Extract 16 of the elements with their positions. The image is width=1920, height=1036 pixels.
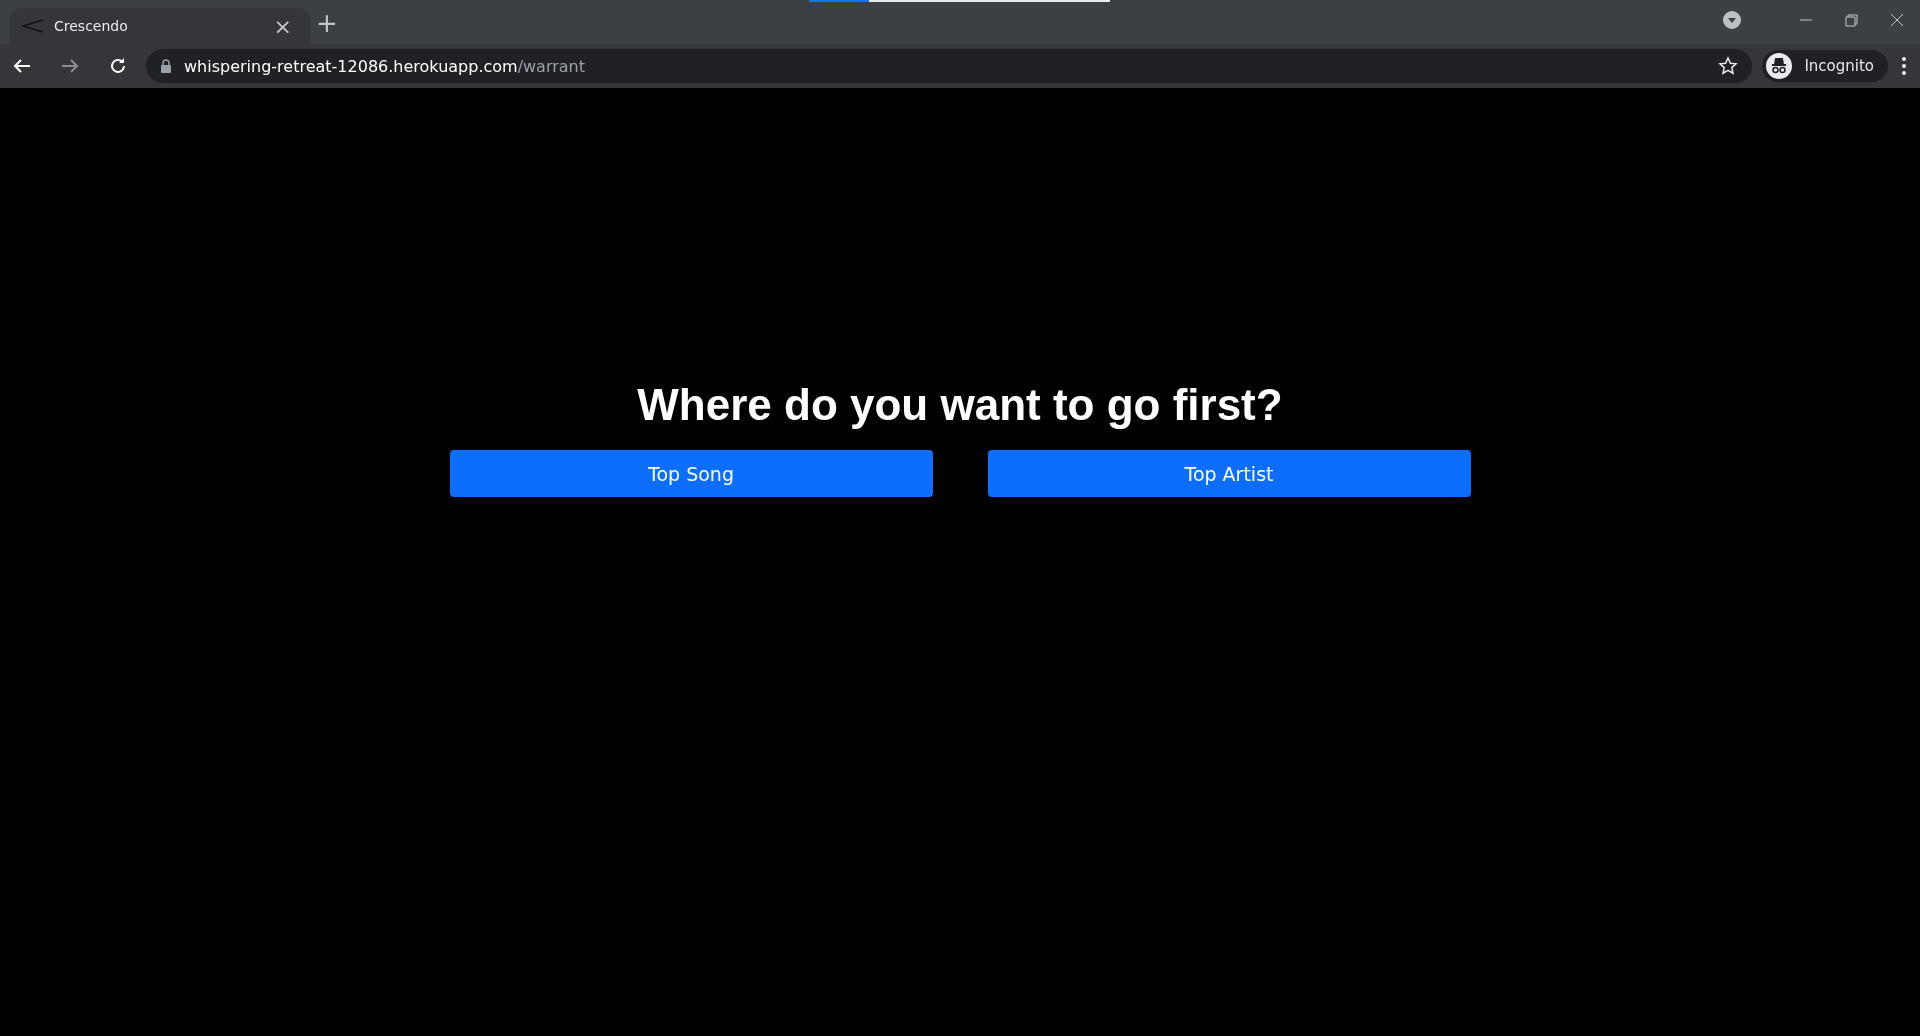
profile-button[interactable]: Incognito	[1762, 50, 1888, 82]
choice-button[interactable]: Top Song	[449, 450, 933, 497]
page-heading: Where do you want to go first?	[637, 380, 1283, 430]
tab-title: Crescendo	[54, 18, 129, 34]
choice-button[interactable]: Top Artist	[987, 450, 1471, 497]
new-tab-button[interactable]: +	[310, 8, 344, 38]
address-bar[interactable]: whispering-retreat-12086.herokuapp.com/warrant	[146, 49, 1753, 83]
profile-label: Incognito	[1804, 57, 1874, 75]
dropdown-icon[interactable]	[1722, 10, 1742, 30]
url-text: whispering-retreat-12086.herokuapp.com/warrant	[184, 56, 586, 76]
browser-tab[interactable]: Crescendo ×	[10, 8, 310, 44]
lock-icon	[160, 59, 172, 73]
logo-icon	[22, 19, 44, 33]
incognito-icon	[1766, 53, 1793, 79]
close-tab-button[interactable]: ×	[267, 13, 298, 39]
star-icon[interactable]	[1718, 56, 1739, 76]
